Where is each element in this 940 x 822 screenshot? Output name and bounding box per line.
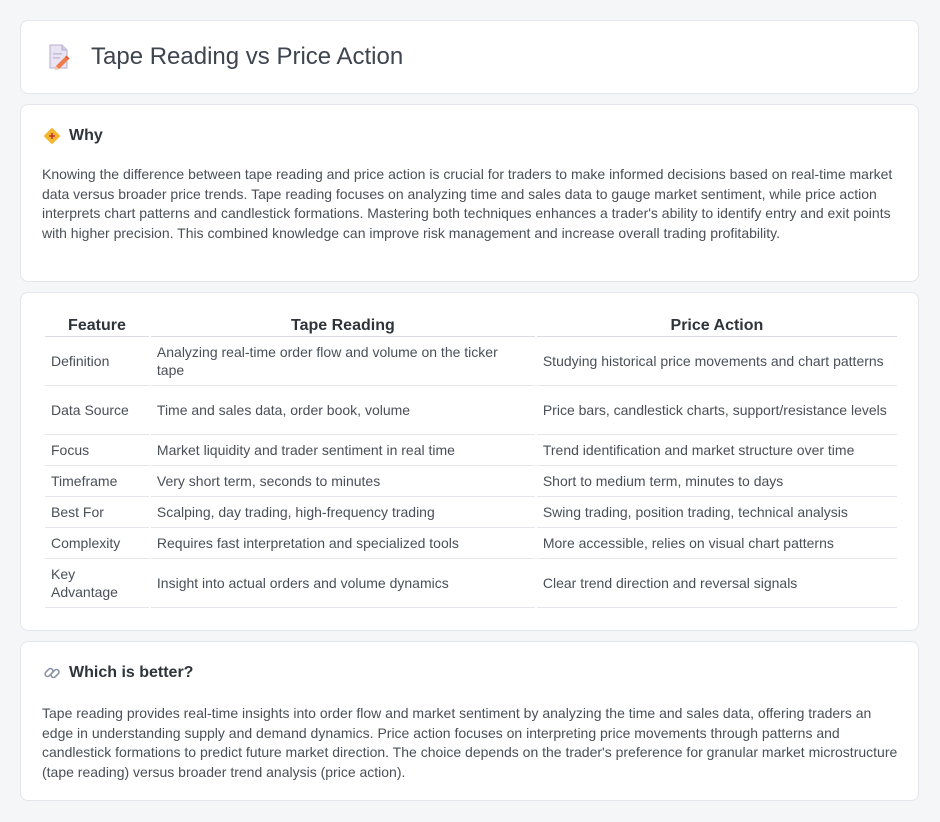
table-row: Definition Analyzing real-time order flo… bbox=[45, 337, 897, 386]
feature-cell: Definition bbox=[45, 337, 149, 386]
comparison-card: Feature Tape Reading Price Action Defini… bbox=[20, 292, 919, 631]
header-price-action: Price Action bbox=[536, 315, 897, 337]
header-tape-reading: Tape Reading bbox=[150, 315, 535, 337]
page-title: Tape Reading vs Price Action bbox=[91, 43, 404, 70]
feature-cell: Focus bbox=[45, 435, 149, 466]
table-row: Key Advantage Insight into actual orders… bbox=[45, 559, 897, 608]
feature-cell: Complexity bbox=[45, 528, 149, 559]
which-is-better-section: Which is better? Tape reading provides r… bbox=[20, 641, 919, 801]
which-is-better-text: Tape reading provides real-time insights… bbox=[42, 705, 898, 780]
why-heading: Why bbox=[69, 127, 103, 144]
tape-reading-cell: Market liquidity and trader sentiment in… bbox=[150, 435, 535, 466]
table-row: Focus Market liquidity and trader sentim… bbox=[45, 435, 897, 466]
header-feature: Feature bbox=[45, 315, 149, 337]
feature-cell: Best For bbox=[45, 497, 149, 528]
price-action-cell: More accessible, relies on visual chart … bbox=[536, 528, 897, 559]
table-row: Complexity Requires fast interpretation … bbox=[45, 528, 897, 559]
tape-reading-cell: Very short term, seconds to minutes bbox=[150, 466, 535, 497]
feature-cell: Key Advantage bbox=[45, 559, 149, 608]
table-row: Timeframe Very short term, seconds to mi… bbox=[45, 466, 897, 497]
tape-reading-cell: Analyzing real-time order flow and volum… bbox=[150, 337, 535, 386]
tape-reading-cell: Time and sales data, order book, volume bbox=[150, 386, 535, 435]
which-is-better-heading: Which is better? bbox=[69, 664, 194, 681]
diamond-warning-icon bbox=[43, 127, 61, 145]
price-action-cell: Short to medium term, minutes to days bbox=[536, 466, 897, 497]
title-card: Tape Reading vs Price Action bbox=[20, 20, 919, 94]
price-action-cell: Swing trading, position trading, technic… bbox=[536, 497, 897, 528]
feature-cell: Timeframe bbox=[45, 466, 149, 497]
why-text: Knowing the difference between tape read… bbox=[42, 166, 893, 241]
link-icon bbox=[43, 664, 61, 682]
document-edit-icon bbox=[47, 44, 71, 70]
price-action-cell: Price bars, candlestick charts, support/… bbox=[536, 386, 897, 435]
tape-reading-cell: Insight into actual orders and volume dy… bbox=[150, 559, 535, 608]
table-header-row: Feature Tape Reading Price Action bbox=[45, 315, 897, 337]
price-action-cell: Studying historical price movements and … bbox=[536, 337, 897, 386]
price-action-cell: Trend identification and market structur… bbox=[536, 435, 897, 466]
tape-reading-cell: Scalping, day trading, high-frequency tr… bbox=[150, 497, 535, 528]
tape-reading-cell: Requires fast interpretation and special… bbox=[150, 528, 535, 559]
table-row: Data Source Time and sales data, order b… bbox=[45, 386, 897, 435]
price-action-cell: Clear trend direction and reversal signa… bbox=[536, 559, 897, 608]
feature-cell: Data Source bbox=[45, 386, 149, 435]
comparison-table: Feature Tape Reading Price Action Defini… bbox=[43, 315, 899, 608]
why-section: Why Knowing the difference between tape … bbox=[20, 104, 919, 282]
table-row: Best For Scalping, day trading, high-fre… bbox=[45, 497, 897, 528]
